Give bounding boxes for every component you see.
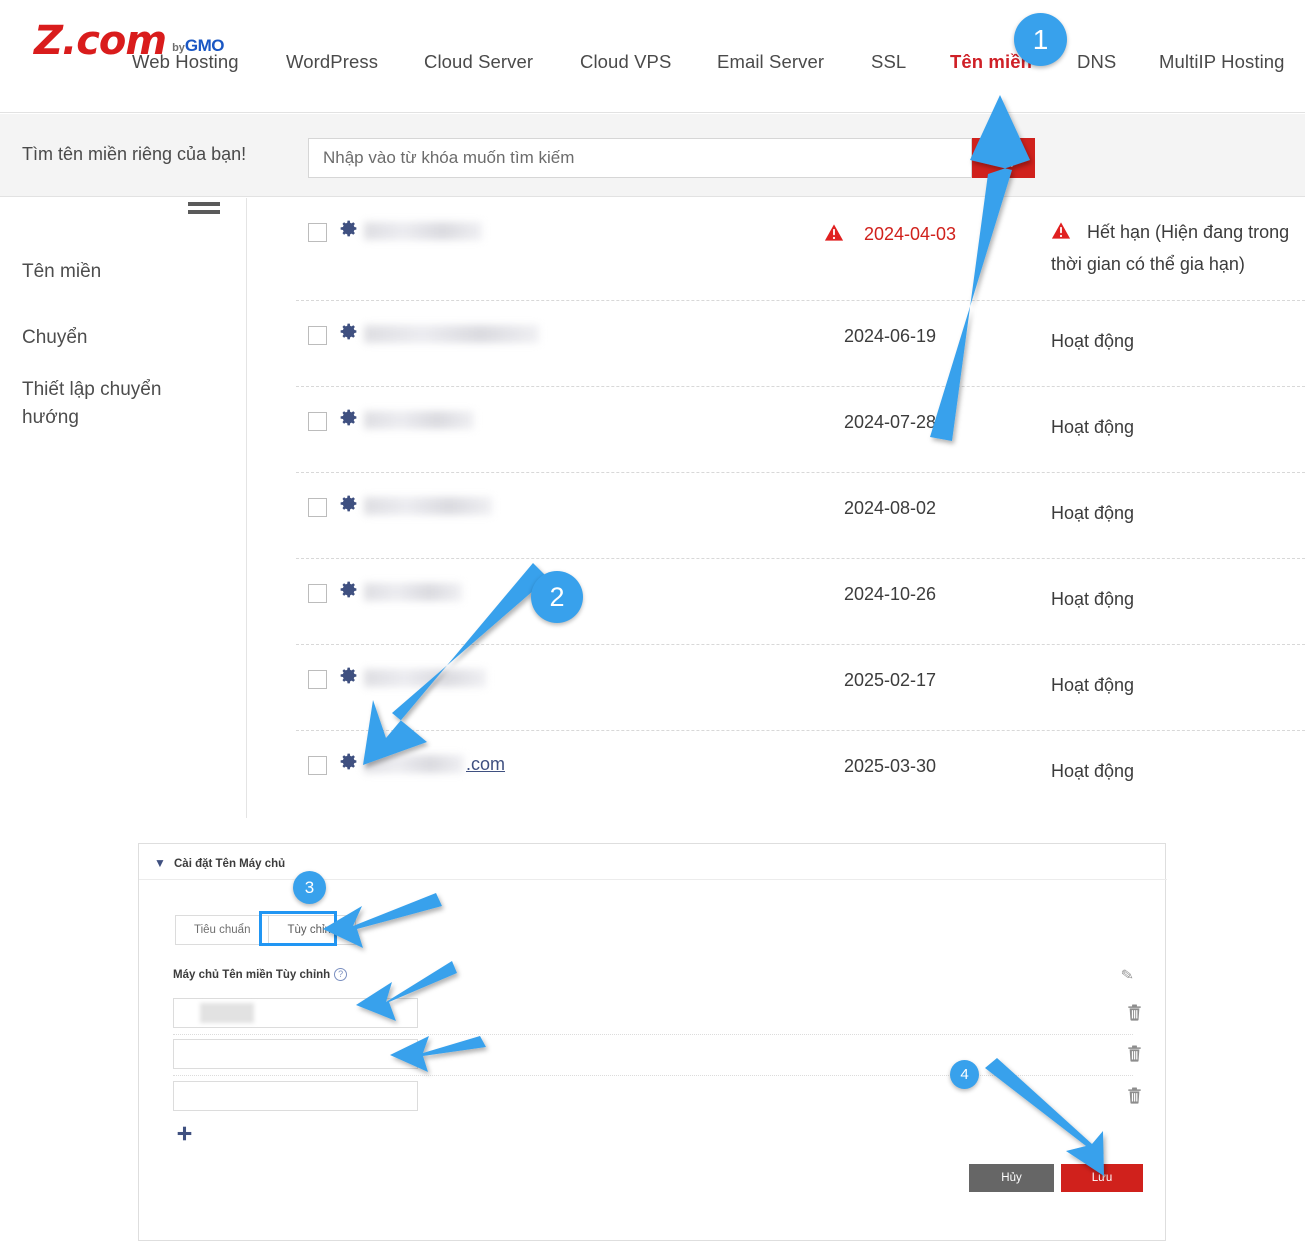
status-cell: Hết hạn (Hiện đang trong thời gian có th… xyxy=(1051,217,1305,279)
menu-bars-icon[interactable] xyxy=(188,202,220,218)
status-cell: Hoạt động xyxy=(1051,589,1135,609)
nav-item-cloud-server[interactable]: Cloud Server xyxy=(424,51,533,73)
table-row: 2024-08-02 Hoạt động xyxy=(296,473,1305,559)
trash-icon[interactable] xyxy=(1127,1045,1142,1066)
domain-name-masked[interactable] xyxy=(364,325,539,343)
table-row: 2024-07-28 Hoạt động xyxy=(296,387,1305,473)
table-row: 2025-02-17 Hoạt động xyxy=(296,645,1305,731)
panel-header[interactable]: ▼ Cài đặt Tên Máy chủ xyxy=(139,844,1167,880)
pencil-icon[interactable]: ✎ xyxy=(1120,965,1135,985)
expiry-date-cell: 2025-03-30 xyxy=(843,756,937,776)
nameserver-divider xyxy=(173,1034,1133,1035)
nav-item-cloud-vps[interactable]: Cloud VPS xyxy=(580,51,671,73)
gear-icon[interactable] xyxy=(338,321,359,348)
gear-icon[interactable] xyxy=(338,665,359,692)
nameserver-value-masked xyxy=(200,1003,254,1023)
row-checkbox[interactable] xyxy=(308,584,327,603)
search-label: Tìm tên miền riêng của bạn! xyxy=(22,144,247,164)
trash-icon[interactable] xyxy=(1127,1004,1142,1025)
nameserver-divider xyxy=(173,1075,1133,1076)
nameserver-field-label: Máy chủ Tên miền Tùy chỉnh? xyxy=(173,968,348,981)
gear-icon[interactable] xyxy=(338,579,359,606)
sidebar: Tên miền Chuyển Thiết lập chuyển hướng xyxy=(0,198,247,818)
annotation-badge-3: 3 xyxy=(293,871,326,904)
search-button[interactable] xyxy=(972,138,1035,178)
row-checkbox[interactable] xyxy=(308,326,327,345)
chevron-down-icon[interactable]: ▼ xyxy=(154,856,166,870)
domain-list-table: 2024-04-03 Hết hạn (Hiện đang trong thời … xyxy=(248,198,1305,818)
domain-name-link[interactable]: .com xyxy=(466,754,505,775)
gear-icon[interactable] xyxy=(338,751,359,778)
search-icon xyxy=(995,149,1013,167)
nav-item-web-hosting[interactable]: Web Hosting xyxy=(132,51,239,73)
status-cell: Hoạt động xyxy=(1051,761,1135,781)
status-cell: Hoạt động xyxy=(1051,503,1135,523)
save-button[interactable]: Lưu xyxy=(1061,1164,1143,1192)
tab-standard[interactable]: Tiêu chuẩn xyxy=(176,916,269,944)
trash-icon[interactable] xyxy=(1127,1087,1142,1108)
nav-item-email-server[interactable]: Email Server xyxy=(717,51,824,73)
annotation-badge-4: 4 xyxy=(950,1060,979,1089)
nameserver-input-2[interactable] xyxy=(173,1039,418,1069)
row-checkbox[interactable] xyxy=(308,670,327,689)
search-input[interactable] xyxy=(308,138,972,178)
nav-item-wordpress[interactable]: WordPress xyxy=(286,51,378,73)
status-cell: Hoạt động xyxy=(1051,331,1135,351)
domain-name-masked[interactable] xyxy=(364,222,482,240)
sidebar-item-0[interactable]: Tên miền xyxy=(22,258,212,286)
row-checkbox[interactable] xyxy=(308,756,327,775)
add-nameserver-button[interactable] xyxy=(176,1124,193,1146)
nav-item-ssl[interactable]: SSL xyxy=(871,51,906,73)
status-cell: Hoạt động xyxy=(1051,675,1135,695)
nameserver-input-3[interactable] xyxy=(173,1081,418,1111)
nameserver-mode-tabs: Tiêu chuẩn Tùy chỉnh xyxy=(175,915,357,945)
warning-icon xyxy=(824,223,844,247)
question-mark-icon[interactable]: ? xyxy=(334,968,348,981)
row-checkbox[interactable] xyxy=(308,223,327,242)
expiry-date-text: 2024-04-03 xyxy=(863,224,957,244)
row-checkbox[interactable] xyxy=(308,498,327,517)
sidebar-item-1[interactable]: Chuyển xyxy=(22,324,212,352)
nav-item-dns[interactable]: DNS xyxy=(1077,51,1116,73)
expiry-date-cell: 2024-06-19 xyxy=(843,326,937,346)
annotation-badge-1: 1 xyxy=(1014,13,1067,66)
expiry-date-cell: 2024-07-28 xyxy=(843,412,937,432)
domain-name-masked[interactable] xyxy=(364,497,492,515)
status-cell: Hoạt động xyxy=(1051,417,1135,437)
sidebar-item-2[interactable]: Thiết lập chuyển hướng xyxy=(22,376,212,432)
annotation-badge-2: 2 xyxy=(531,571,583,623)
cancel-button[interactable]: Hủy xyxy=(969,1164,1054,1192)
expiry-date-cell: 2024-08-02 xyxy=(843,498,937,518)
nav-item-multiip-hosting[interactable]: MultiIP Hosting xyxy=(1159,51,1285,73)
domain-name-masked[interactable] xyxy=(364,755,464,773)
status-text: Hết hạn (Hiện đang trong thời gian có th… xyxy=(1051,222,1290,274)
site-header: Z.com by GMO Web Hosting WordPress Cloud S… xyxy=(0,0,1305,113)
row-checkbox[interactable] xyxy=(308,412,327,431)
domain-name-masked[interactable] xyxy=(364,411,474,429)
gear-icon[interactable] xyxy=(338,407,359,434)
table-row: 2024-06-19 Hoạt động xyxy=(296,301,1305,387)
expiry-date-cell: 2025-02-17 xyxy=(843,670,937,690)
domain-name-masked[interactable] xyxy=(364,583,462,601)
domain-name-masked[interactable] xyxy=(364,669,486,687)
nameserver-field-label-text: Máy chủ Tên miền Tùy chỉnh xyxy=(173,969,331,981)
expiry-date-cell: 2024-10-26 xyxy=(843,584,937,604)
gear-icon[interactable] xyxy=(338,218,359,245)
expiry-date-cell: 2024-04-03 xyxy=(790,223,990,247)
warning-icon xyxy=(1051,219,1071,249)
gear-icon[interactable] xyxy=(338,493,359,520)
panel-title: Cài đặt Tên Máy chủ xyxy=(174,858,286,870)
table-row: .com 2025-03-30 Hoạt động xyxy=(296,731,1305,817)
plus-icon xyxy=(177,1126,192,1141)
table-row: 2024-10-26 Hoạt động xyxy=(296,559,1305,645)
tab-custom[interactable]: Tùy chỉnh xyxy=(268,916,356,944)
table-row: 2024-04-03 Hết hạn (Hiện đang trong thời … xyxy=(296,198,1305,301)
